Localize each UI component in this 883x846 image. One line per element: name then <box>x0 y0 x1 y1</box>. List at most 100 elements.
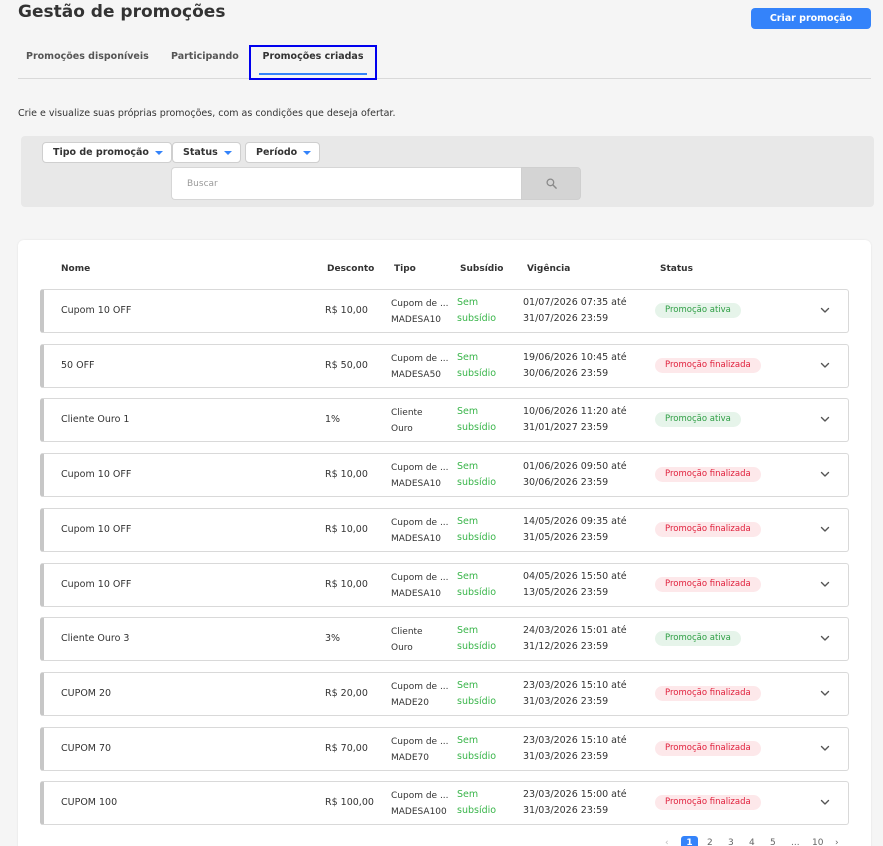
promotion-row[interactable]: Cupom 10 OFF R$ 10,00 Cupom de ... MADESA… <box>40 507 849 552</box>
promotion-type: Cliente Ouro <box>391 405 449 437</box>
promotion-discount: 1% <box>325 414 341 426</box>
promotion-type-line2: MADESA100 <box>391 807 447 818</box>
promotion-discount: R$ 10,00 <box>325 523 368 535</box>
chevron-down-icon[interactable] <box>820 362 830 369</box>
caret-down-icon <box>303 150 312 155</box>
status-badge: Promoção finalizada <box>655 740 761 756</box>
promotion-discount: R$ 100,00 <box>325 797 374 809</box>
pagination-page-3[interactable]: 3 <box>728 836 734 846</box>
header-discount: Desconto <box>327 264 375 274</box>
promotion-subsidy-line1: Sem <box>457 297 479 308</box>
promotion-row[interactable]: Cliente Ouro 1 1% Cliente Ouro Sem subsídi… <box>40 398 849 443</box>
header-name: Nome <box>61 264 91 274</box>
caret-down-icon <box>223 150 232 155</box>
promotion-validity-start: 24/03/2026 15:01 até <box>523 625 627 637</box>
promotion-type-filter-label: Tipo de promoção <box>53 147 149 158</box>
filter-panel: Tipo de promoção Status Período <box>21 136 874 207</box>
chevron-down-icon[interactable] <box>820 635 830 642</box>
tab-created-promotions[interactable]: Promoções criadas <box>249 45 377 80</box>
promotion-subsidy-line2: subsídio <box>457 367 497 379</box>
promotion-discount: R$ 20,00 <box>325 687 368 699</box>
status-badge: Promoção finalizada <box>655 521 761 537</box>
chevron-down-icon[interactable] <box>820 471 830 478</box>
promotion-validity-end: 31/07/2026 23:59 <box>523 313 609 324</box>
chevron-down-icon[interactable] <box>820 526 830 533</box>
pagination-page-2[interactable]: 2 <box>707 836 713 846</box>
promotion-type: Cupom de ... MADESA100 <box>391 788 449 820</box>
pagination-page-1[interactable]: 1 <box>681 836 698 846</box>
status-badge: Promoção ativa <box>655 303 741 318</box>
promotion-row[interactable]: Cupom 10 OFF R$ 10,00 Cupom de ... MADESA… <box>40 562 849 607</box>
promotion-type-line1: Cliente <box>391 408 423 419</box>
status-badge: Promoção ativa <box>655 631 741 647</box>
promotion-subsidy: Sem subsídio <box>457 733 496 765</box>
promotion-type: Cliente Ouro <box>391 624 449 656</box>
promotion-type: Cupom de ... MADE70 <box>391 734 449 766</box>
promotion-type-line2: MADESA10 <box>391 533 442 544</box>
promotion-type-line1: Cupom de ... <box>391 572 449 583</box>
search-input[interactable] <box>171 167 522 200</box>
promotion-type-line2: MADE70 <box>391 752 429 763</box>
header-type: Tipo <box>394 264 416 274</box>
period-filter[interactable]: Período <box>245 142 321 163</box>
promotion-row[interactable]: Cliente Ouro 3 3% Cliente Ouro Sem subsídi… <box>40 617 849 662</box>
chevron-down-icon[interactable] <box>820 307 830 314</box>
promotion-validity-start: 23/03/2026 15:10 até <box>523 734 627 746</box>
create-promotion-button[interactable]: Criar promoção <box>751 8 871 29</box>
promotion-type: Cupom de ... MADE20 <box>391 679 449 711</box>
promotion-name: CUPOM 100 <box>61 797 118 809</box>
magnifier-icon <box>546 178 557 189</box>
promotion-type-filter[interactable]: Tipo de promoção <box>42 142 172 163</box>
promotion-subsidy-line2: subsídio <box>457 477 497 489</box>
status-badge: Promoção finalizada <box>655 467 761 483</box>
promotion-validity: 04/05/2026 15:50 até 13/05/2026 23:59 <box>523 569 627 601</box>
search-button[interactable] <box>521 167 581 200</box>
promotion-row[interactable]: 50 OFF R$ 50,00 Cupom de ... MADESA50 Sem… <box>40 343 849 388</box>
promotion-row[interactable]: CUPOM 20 R$ 20,00 Cupom de ... MADE20 Sem… <box>40 671 849 716</box>
promotion-type: Cupom de ... MADESA10 <box>391 460 449 492</box>
promotion-validity-end: 31/12/2026 23:59 <box>523 641 609 653</box>
header-subsidy: Subsídio <box>460 264 504 274</box>
page-title: Gestão de promoções <box>18 2 226 22</box>
status-badge: Promoção finalizada <box>655 795 761 811</box>
promotion-validity-start: 23/03/2026 15:00 até <box>523 789 627 801</box>
status-filter[interactable]: Status <box>172 142 241 163</box>
chevron-down-icon[interactable] <box>820 416 830 423</box>
pagination-prev[interactable]: ‹ <box>665 836 669 846</box>
promotion-validity-start: 01/07/2026 07:35 até <box>523 297 627 308</box>
chevron-down-icon[interactable] <box>820 745 830 752</box>
promotion-validity-start: 01/06/2026 09:50 até <box>523 461 627 473</box>
promotion-row[interactable]: CUPOM 100 R$ 100,00 Cupom de ... MADESA10… <box>40 781 849 826</box>
promotion-row[interactable]: CUPOM 70 R$ 70,00 Cupom de ... MADE70 Sem… <box>40 726 849 771</box>
promotion-subsidy-line1: Sem <box>457 734 479 746</box>
header-validity: Vigência <box>527 264 571 274</box>
promotion-subsidy: Sem subsídio <box>457 623 496 655</box>
promotion-subsidy: Sem subsídio <box>457 569 496 601</box>
promotion-type-line1: Cupom de ... <box>391 353 449 364</box>
promotion-subsidy-line1: Sem <box>457 461 479 473</box>
tab-available-promotions[interactable]: Promoções disponíveis <box>26 45 149 78</box>
promotion-subsidy: Sem subsídio <box>457 514 496 546</box>
promotion-row[interactable]: Cupom 10 OFF R$ 10,00 Cupom de ... MADESA… <box>40 289 849 333</box>
status-badge: Promoção ativa <box>655 412 741 428</box>
promotion-validity-start: 19/06/2026 10:45 até <box>523 351 627 363</box>
pagination-page-5[interactable]: 5 <box>770 836 776 846</box>
promotion-subsidy-line2: subsídio <box>457 805 497 817</box>
caret-down-icon <box>154 150 163 155</box>
pagination-next[interactable]: › <box>835 836 839 846</box>
pagination-page-last[interactable]: 10 <box>812 836 823 846</box>
promotion-row[interactable]: Cupom 10 OFF R$ 10,00 Cupom de ... MADESA… <box>40 453 849 498</box>
pagination-page-4[interactable]: 4 <box>749 836 755 846</box>
promotion-validity-end: 31/03/2026 23:59 <box>523 805 609 817</box>
chevron-down-icon[interactable] <box>820 581 830 588</box>
promotion-subsidy: Sem subsídio <box>457 350 496 382</box>
promotion-type-line1: Cupom de ... <box>391 791 449 802</box>
tab-participating[interactable]: Participando <box>171 45 239 78</box>
chevron-down-icon[interactable] <box>820 799 830 806</box>
promotion-type-line2: MADESA10 <box>391 588 442 599</box>
promotion-type-line2: MADESA10 <box>391 479 442 490</box>
promotion-type: Cupom de ... MADESA10 <box>391 296 449 328</box>
chevron-down-icon[interactable] <box>820 690 830 697</box>
promotion-type-line1: Cupom de ... <box>391 299 449 309</box>
promotion-validity: 10/06/2026 11:20 até 31/01/2027 23:59 <box>523 404 627 436</box>
